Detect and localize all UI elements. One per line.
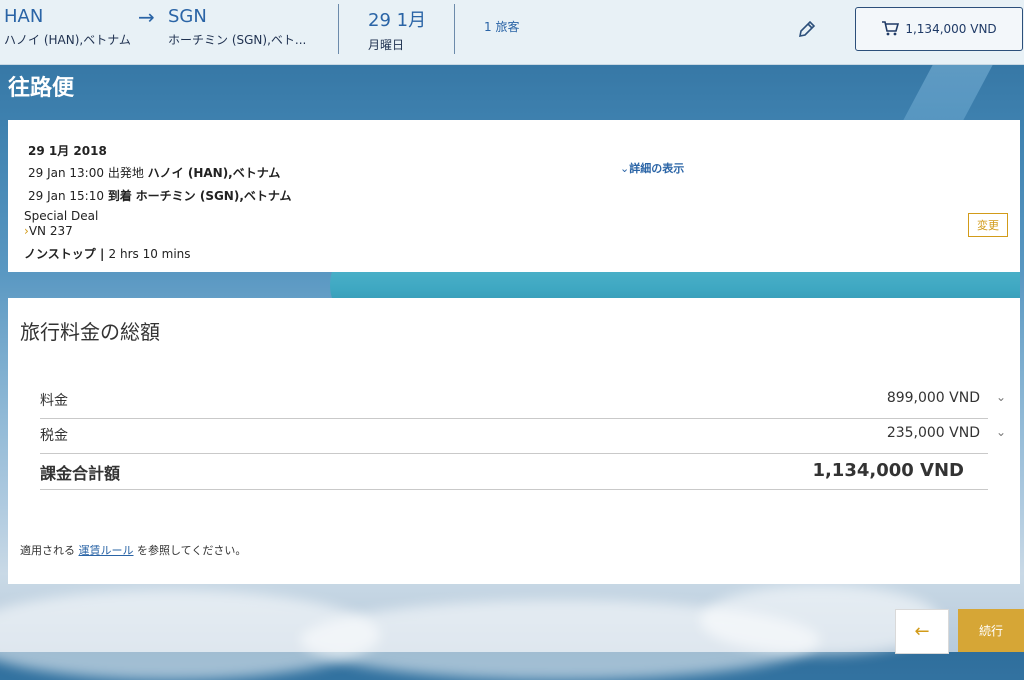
chevron-down-icon: ⌄: [995, 390, 1006, 404]
continue-button[interactable]: 続行: [958, 609, 1024, 652]
fare-rules-note: 適用される 運賃ルール を参照してください。: [20, 542, 246, 558]
price-summary-card: 旅行料金の総額 料金 899,000 VND ⌄ 税金 235,000 VND …: [8, 298, 1020, 584]
note-suffix: を参照してください。: [137, 544, 247, 557]
chevron-down-icon: ⌄: [620, 162, 630, 175]
separator: |: [99, 247, 109, 261]
divider: [338, 4, 339, 54]
origin: HAN ハノイ (HAN),ベトナム: [4, 6, 144, 48]
pencil-icon[interactable]: [796, 18, 818, 40]
note-prefix: 適用される: [20, 544, 75, 557]
stops-duration: ノンストップ | 2 hrs 10 mins: [24, 245, 191, 262]
cart-total: 1,134,000 VND: [905, 22, 997, 36]
divider: [454, 4, 455, 54]
change-button[interactable]: 変更: [968, 213, 1008, 237]
summary-title: 旅行料金の総額: [20, 320, 160, 344]
total-value: 1,134,000 VND: [812, 460, 964, 481]
duration: 2 hrs 10 mins: [108, 247, 191, 261]
arrival-label: 到着: [107, 189, 132, 203]
destination-code: SGN: [168, 6, 207, 27]
flight-card: 29 1月 2018 29 Jan 13:00 出発地 ハノイ (HAN),ベト…: [8, 120, 1020, 272]
cart-icon: [881, 20, 900, 39]
arrow-right-icon: →: [138, 5, 155, 29]
destination: SGN ホーチミン (SGN),ベト...: [168, 6, 318, 48]
origin-code: HAN: [4, 6, 44, 27]
passenger-count: 1 旅客: [484, 20, 520, 34]
cart-button[interactable]: 1,134,000 VND: [855, 7, 1023, 51]
arrival-info: 29 Jan 15:10 到着 ホーチミン (SGN),ベトナム: [28, 187, 292, 204]
fare-label: 料金: [40, 393, 68, 409]
departure-info: 29 Jan 13:00 出発地 ハノイ (HAN),ベトナム: [28, 164, 280, 181]
departure-time: 29 Jan 13:00: [28, 166, 104, 180]
divider: [40, 489, 988, 490]
back-button[interactable]: ←: [895, 609, 949, 654]
flight-number: VN 237: [28, 224, 73, 238]
departure-label: 出発地: [107, 166, 144, 180]
arrow-left-icon: ←: [914, 621, 930, 642]
arrival-time: 29 Jan 15:10: [28, 189, 104, 203]
fare-rules-link[interactable]: 運賃ルール: [79, 544, 134, 557]
destination-city: ホーチミン (SGN),ベト...: [168, 33, 307, 47]
chevron-down-icon: ⌄: [995, 425, 1006, 439]
page-title: 往路便: [8, 76, 75, 101]
fare-value: 899,000 VND: [886, 390, 980, 406]
divider: [40, 418, 988, 419]
trip-header: HAN ハノイ (HAN),ベトナム → SGN ホーチミン (SGN),ベト.…: [0, 0, 1024, 65]
show-details-label: 詳細の表示: [629, 162, 685, 175]
weekday-label: 月曜日: [368, 38, 405, 52]
arrival-place: ホーチミン (SGN),ベトナム: [135, 189, 292, 203]
origin-city: ハノイ (HAN),ベトナム: [4, 33, 131, 47]
date-label: 29 1月: [368, 10, 427, 31]
travel-date: 29 1月 月曜日: [368, 6, 426, 53]
divider: [40, 453, 988, 454]
tax-value: 235,000 VND: [886, 425, 980, 441]
stops: ノンストップ: [24, 247, 96, 261]
total-label: 課金合計額: [40, 464, 121, 483]
flight-date: 29 1月 2018: [28, 144, 107, 158]
show-details-link[interactable]: ⌄詳細の表示: [620, 160, 684, 176]
fare-type: Special Deal: [24, 209, 99, 223]
flight-number-link[interactable]: ›VN 237: [24, 224, 73, 238]
tax-label: 税金: [40, 428, 68, 444]
departure-place: ハノイ (HAN),ベトナム: [147, 166, 281, 180]
